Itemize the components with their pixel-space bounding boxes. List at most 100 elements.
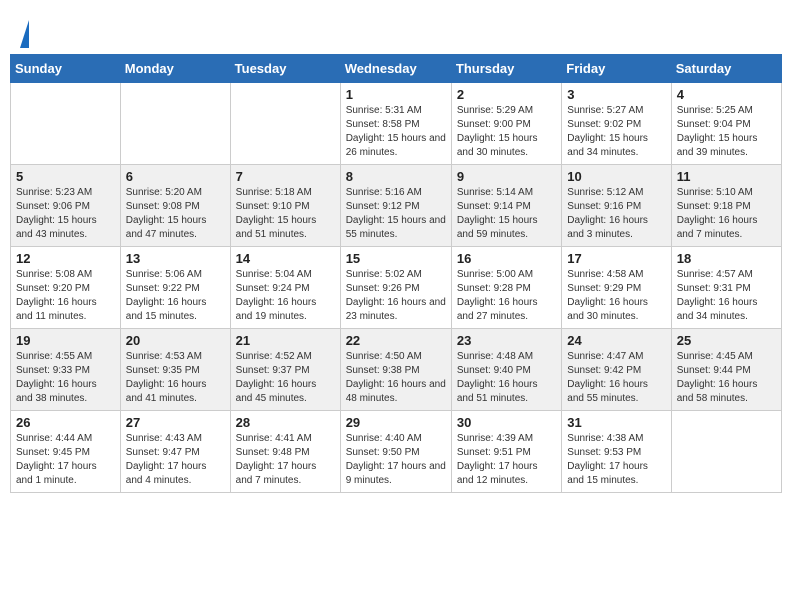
calendar-cell: 25 Sunrise: 4:45 AMSunset: 9:44 PMDayligh… — [671, 329, 781, 411]
sunrise-text: Sunrise: 5:10 AM — [677, 186, 776, 200]
day-number: 19 — [16, 333, 115, 348]
day-number: 29 — [346, 415, 446, 430]
sunset-text: Sunset: 9:35 PM — [126, 364, 225, 378]
calendar-cell: 9Sunrise: 5:14 AMSunset: 9:14 PMDaylight… — [451, 165, 561, 247]
sunrise-text: Sunrise: 5:31 AM — [346, 104, 446, 118]
sunset-text: Sunset: 9:31 PM — [677, 282, 776, 296]
sunset-text: Sunset: 9:06 PM — [16, 200, 115, 214]
daylight-text: Daylight: 15 hours and 51 minutes. — [236, 214, 335, 242]
sunrise-text: Sunrise: 5:18 AM — [236, 186, 335, 200]
calendar-week-1: 1Sunrise: 5:31 AMSunset: 8:58 PMDaylight… — [11, 83, 782, 165]
calendar-table: SundayMondayTuesdayWednesdayThursdayFrid… — [10, 54, 782, 493]
sunrise-text: Sunrise: 5:23 AM — [16, 186, 115, 200]
sunset-text: Sunset: 9:29 PM — [567, 282, 665, 296]
calendar-cell: 19Sunrise: 4:55 AMSunset: 9:33 PMDayligh… — [11, 329, 121, 411]
sunset-text: Sunset: 9:28 PM — [457, 282, 556, 296]
daylight-text: Daylight: 16 hours and 15 minutes. — [126, 296, 225, 324]
daylight-text: Daylight: 17 hours and 1 minute. — [16, 460, 115, 488]
cell-info: Sunrise: 4:53 AMSunset: 9:35 PMDaylight:… — [126, 350, 225, 406]
calendar-cell: 1Sunrise: 5:31 AMSunset: 8:58 PMDaylight… — [340, 83, 451, 165]
cell-info: Sunrise: 5:14 AMSunset: 9:14 PMDaylight:… — [457, 186, 556, 242]
calendar-cell: 16Sunrise: 5:00 AMSunset: 9:28 PMDayligh… — [451, 247, 561, 329]
day-number: 31 — [567, 415, 665, 430]
daylight-text: Daylight: 17 hours and 7 minutes. — [236, 460, 335, 488]
calendar-week-4: 19Sunrise: 4:55 AMSunset: 9:33 PMDayligh… — [11, 329, 782, 411]
daylight-text: Daylight: 16 hours and 58 minutes. — [677, 378, 776, 406]
logo — [20, 18, 38, 50]
sunrise-text: Sunrise: 5:08 AM — [16, 268, 115, 282]
sunrise-text: Sunrise: 4:50 AM — [346, 350, 446, 364]
sunrise-text: Sunrise: 5:20 AM — [126, 186, 225, 200]
daylight-text: Daylight: 15 hours and 34 minutes. — [567, 132, 665, 160]
sunrise-text: Sunrise: 4:55 AM — [16, 350, 115, 364]
calendar-cell: 18Sunrise: 4:57 AMSunset: 9:31 PMDayligh… — [671, 247, 781, 329]
daylight-text: Daylight: 16 hours and 3 minutes. — [567, 214, 665, 242]
calendar-cell: 28Sunrise: 4:41 AMSunset: 9:48 PMDayligh… — [230, 411, 340, 493]
sunrise-text: Sunrise: 5:04 AM — [236, 268, 335, 282]
calendar-cell: 12Sunrise: 5:08 AMSunset: 9:20 PMDayligh… — [11, 247, 121, 329]
sunrise-text: Sunrise: 4:43 AM — [126, 432, 225, 446]
day-number: 28 — [236, 415, 335, 430]
sunrise-text: Sunrise: 4:58 AM — [567, 268, 665, 282]
calendar-cell: 22Sunrise: 4:50 AMSunset: 9:38 PMDayligh… — [340, 329, 451, 411]
calendar-cell — [671, 411, 781, 493]
daylight-text: Daylight: 17 hours and 15 minutes. — [567, 460, 665, 488]
sunset-text: Sunset: 9:16 PM — [567, 200, 665, 214]
sunset-text: Sunset: 9:38 PM — [346, 364, 446, 378]
day-header-friday: Friday — [562, 55, 671, 83]
cell-info: Sunrise: 5:08 AMSunset: 9:20 PMDaylight:… — [16, 268, 115, 324]
cell-info: Sunrise: 5:25 AMSunset: 9:04 PMDaylight:… — [677, 104, 776, 160]
calendar-cell: 24Sunrise: 4:47 AMSunset: 9:42 PMDayligh… — [562, 329, 671, 411]
daylight-text: Daylight: 15 hours and 47 minutes. — [126, 214, 225, 242]
day-number: 3 — [567, 87, 665, 102]
sunrise-text: Sunrise: 4:39 AM — [457, 432, 556, 446]
day-header-thursday: Thursday — [451, 55, 561, 83]
sunrise-text: Sunrise: 4:47 AM — [567, 350, 665, 364]
calendar-header-row: SundayMondayTuesdayWednesdayThursdayFrid… — [11, 55, 782, 83]
calendar-cell: 2Sunrise: 5:29 AMSunset: 9:00 PMDaylight… — [451, 83, 561, 165]
daylight-text: Daylight: 16 hours and 38 minutes. — [16, 378, 115, 406]
sunset-text: Sunset: 9:40 PM — [457, 364, 556, 378]
sunrise-text: Sunrise: 4:41 AM — [236, 432, 335, 446]
calendar-cell: 20 Sunrise: 4:53 AMSunset: 9:35 PMDayligh… — [120, 329, 230, 411]
sunrise-text: Sunrise: 4:44 AM — [16, 432, 115, 446]
sunset-text: Sunset: 9:12 PM — [346, 200, 446, 214]
cell-info: Sunrise: 5:04 AMSunset: 9:24 PMDaylight:… — [236, 268, 335, 324]
calendar-cell: 21Sunrise: 4:52 AMSunset: 9:37 PMDayligh… — [230, 329, 340, 411]
cell-info: Sunrise: 5:20 AMSunset: 9:08 PMDaylight:… — [126, 186, 225, 242]
cell-info: Sunrise: 4:45 AMSunset: 9:44 PMDaylight:… — [677, 350, 776, 406]
cell-info: Sunrise: 4:57 AMSunset: 9:31 PMDaylight:… — [677, 268, 776, 324]
calendar-cell: 6Sunrise: 5:20 AMSunset: 9:08 PMDaylight… — [120, 165, 230, 247]
daylight-text: Daylight: 16 hours and 55 minutes. — [567, 378, 665, 406]
sunset-text: Sunset: 9:53 PM — [567, 446, 665, 460]
calendar-cell: 23Sunrise: 4:48 AMSunset: 9:40 PMDayligh… — [451, 329, 561, 411]
cell-info: Sunrise: 5:16 AMSunset: 9:12 PMDaylight:… — [346, 186, 446, 242]
day-number: 27 — [126, 415, 225, 430]
cell-info: Sunrise: 5:00 AMSunset: 9:28 PMDaylight:… — [457, 268, 556, 324]
day-number: 10 — [567, 169, 665, 184]
day-number: 21 — [236, 333, 335, 348]
daylight-text: Daylight: 15 hours and 59 minutes. — [457, 214, 556, 242]
cell-info: Sunrise: 5:29 AMSunset: 9:00 PMDaylight:… — [457, 104, 556, 160]
sunset-text: Sunset: 9:02 PM — [567, 118, 665, 132]
sunrise-text: Sunrise: 5:14 AM — [457, 186, 556, 200]
day-number: 30 — [457, 415, 556, 430]
calendar-cell: 11Sunrise: 5:10 AMSunset: 9:18 PMDayligh… — [671, 165, 781, 247]
day-number: 1 — [346, 87, 446, 102]
sunset-text: Sunset: 9:51 PM — [457, 446, 556, 460]
calendar-cell: 26 Sunrise: 4:44 AMSunset: 9:45 PMDayligh… — [11, 411, 121, 493]
day-number: 20 — [126, 333, 225, 348]
sunset-text: Sunset: 9:45 PM — [16, 446, 115, 460]
daylight-text: Daylight: 16 hours and 48 minutes. — [346, 378, 446, 406]
sunrise-text: Sunrise: 4:57 AM — [677, 268, 776, 282]
sunrise-text: Sunrise: 4:53 AM — [126, 350, 225, 364]
cell-info: Sunrise: 4:43 AMSunset: 9:47 PMDaylight:… — [126, 432, 225, 488]
cell-info: Sunrise: 4:47 AMSunset: 9:42 PMDaylight:… — [567, 350, 665, 406]
day-number: 15 — [346, 251, 446, 266]
day-number: 26 — [16, 415, 115, 430]
daylight-text: Daylight: 16 hours and 23 minutes. — [346, 296, 446, 324]
calendar-cell: 10Sunrise: 5:12 AMSunset: 9:16 PMDayligh… — [562, 165, 671, 247]
day-number: 25 — [677, 333, 776, 348]
day-number: 14 — [236, 251, 335, 266]
daylight-text: Daylight: 15 hours and 39 minutes. — [677, 132, 776, 160]
